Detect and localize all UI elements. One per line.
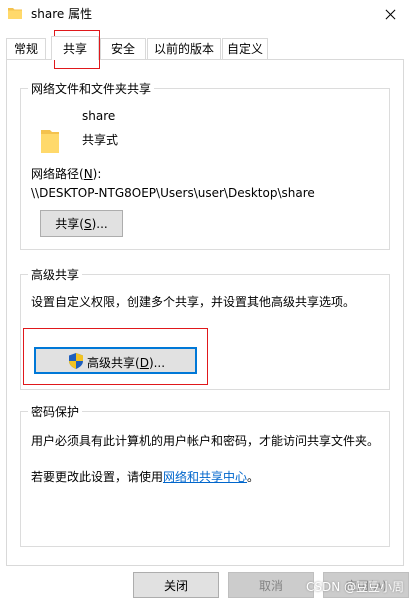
advanced-sharing-button-label: 高级共享(D)...: [87, 356, 166, 370]
folder-icon: [41, 130, 59, 153]
watermark: CSDN @豆豆小周: [305, 580, 404, 594]
password-protection-title: 密码保护: [28, 403, 83, 420]
share-state: 共享式: [82, 133, 119, 147]
network-sharing-group: 网络文件和文件夹共享 share 共享式 网络路径(N): \\DESKTOP-…: [20, 80, 390, 250]
tab-strip: 常规 共享 安全 以前的版本 自定义: [6, 36, 406, 60]
close-button[interactable]: 关闭: [133, 572, 219, 598]
tab-security[interactable]: 安全: [100, 38, 146, 59]
window-title: share 属性: [31, 7, 93, 21]
tab-general[interactable]: 常规: [6, 38, 46, 59]
advanced-sharing-title: 高级共享: [28, 266, 83, 283]
sharing-panel: 网络文件和文件夹共享 share 共享式 网络路径(N): \\DESKTOP-…: [6, 59, 404, 566]
folder-name: share: [82, 109, 116, 123]
tab-sharing[interactable]: 共享: [51, 36, 99, 60]
title-bar: share 属性: [0, 0, 412, 29]
advanced-sharing-group: 高级共享 设置自定义权限，创建多个共享，并设置其他高级共享选项。 高级共享(D)…: [20, 266, 390, 390]
password-protection-group: 密码保护 用户必须具有此计算机的用户帐户和密码，才能访问共享文件夹。 若要更改此…: [20, 403, 390, 547]
folder-icon: [8, 8, 22, 19]
close-icon[interactable]: [368, 0, 412, 29]
tab-customize[interactable]: 自定义: [222, 38, 268, 59]
tab-previous-versions[interactable]: 以前的版本: [147, 38, 221, 59]
password-change-text: 若要更改此设置，请使用网络和共享中心。: [31, 470, 260, 484]
password-description: 用户必须具有此计算机的用户帐户和密码，才能访问共享文件夹。: [31, 434, 380, 448]
network-sharing-center-link[interactable]: 网络和共享中心: [163, 470, 247, 484]
advanced-sharing-description: 设置自定义权限，创建多个共享，并设置其他高级共享选项。: [31, 295, 356, 309]
network-sharing-title: 网络文件和文件夹共享: [28, 80, 155, 97]
cancel-button[interactable]: 取消: [228, 572, 314, 598]
uac-shield-icon: [69, 353, 83, 369]
network-path-label: 网络路径(N):: [31, 167, 102, 181]
advanced-sharing-button[interactable]: 高级共享(D)...: [34, 347, 197, 374]
network-path-value: \\DESKTOP-NTG8OEP\Users\user\Desktop\sha…: [31, 186, 315, 200]
share-button[interactable]: 共享(S)...: [40, 210, 123, 237]
